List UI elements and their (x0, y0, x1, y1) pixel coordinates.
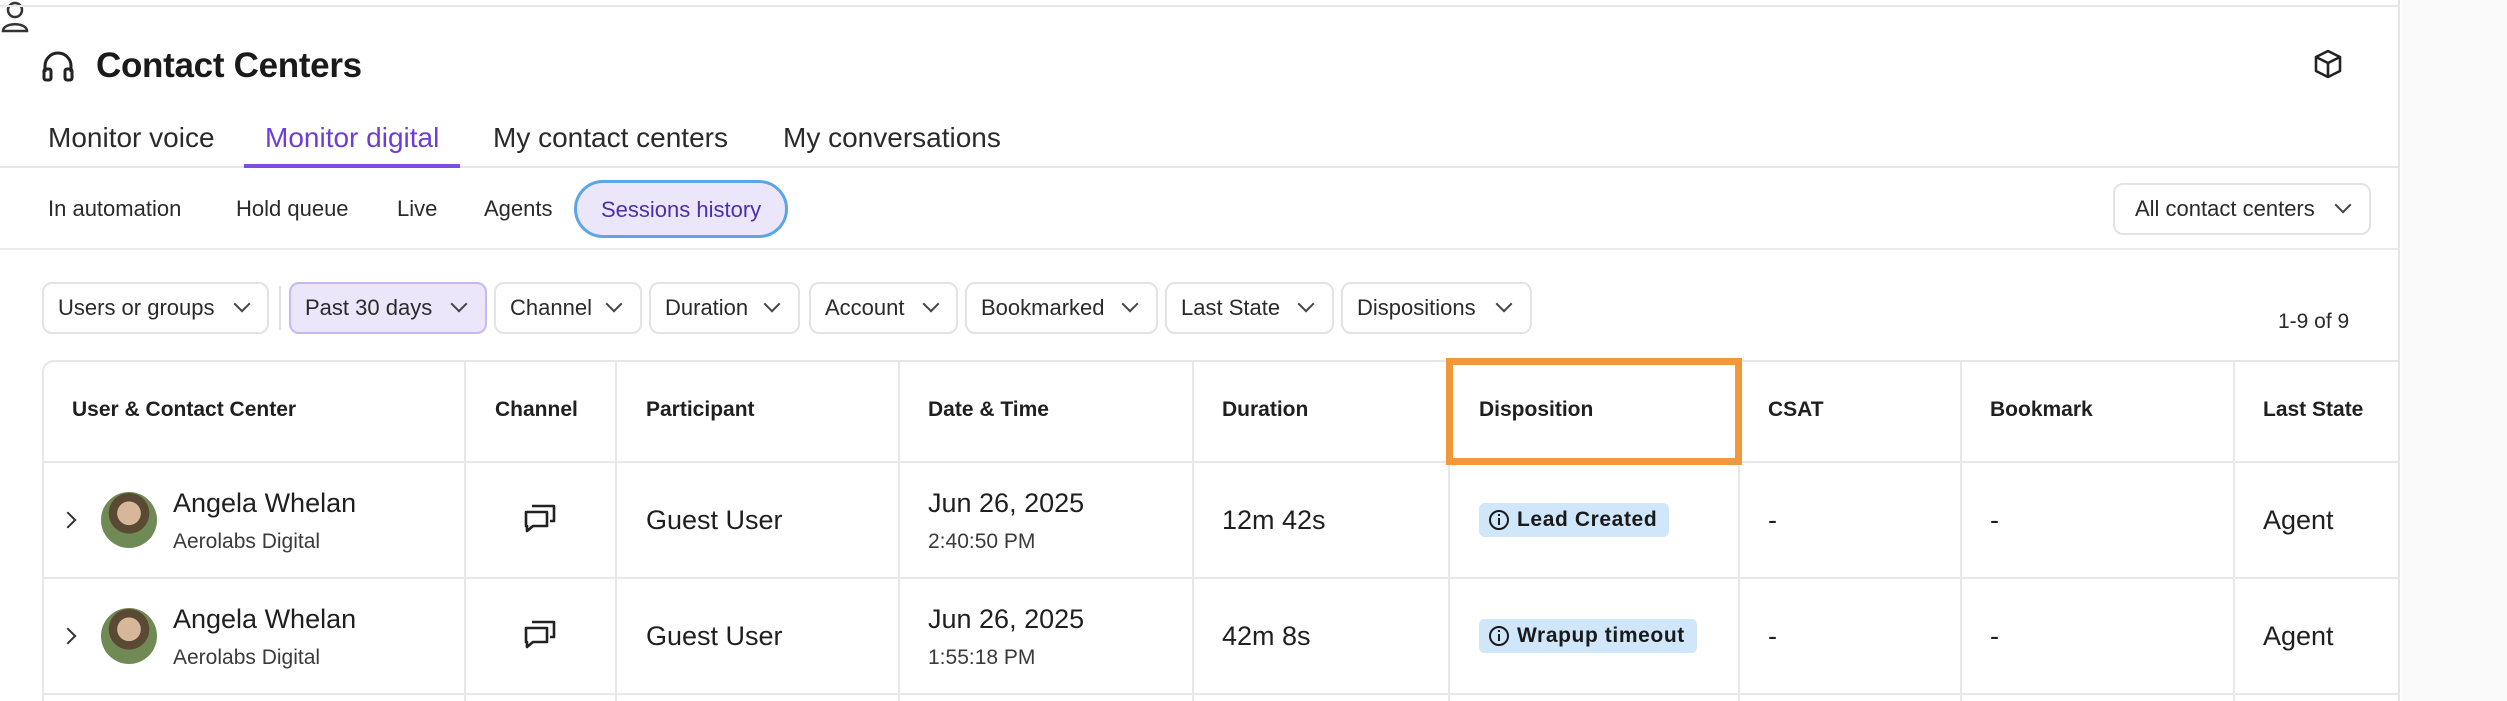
contact-center-name: Aerolabs Digital (173, 646, 321, 669)
header-row-divider (44, 461, 2400, 463)
filter-bar: Users or groups Past 30 days Channel Dur… (0, 282, 1600, 336)
info-icon (1489, 626, 1509, 646)
cube-icon[interactable] (2312, 48, 2344, 80)
csat: - (1768, 505, 1777, 535)
filter-label: Channel (510, 295, 592, 320)
column-divider (898, 362, 900, 701)
participant: Guest User (646, 505, 783, 535)
contact-center-select-value: All contact centers (2135, 196, 2315, 221)
row-divider (44, 577, 2400, 579)
column-divider (615, 362, 617, 701)
tab-my-conversations[interactable]: My conversations (783, 122, 1001, 168)
filter-label: Past 30 days (305, 295, 433, 320)
filter-users-or-groups[interactable]: Users or groups (42, 282, 269, 334)
chevron-down-icon (1297, 295, 1315, 313)
time: 1:55:18 PM (928, 646, 1036, 669)
filter-label: Account (825, 295, 905, 320)
filter-past-30-days[interactable]: Past 30 days (289, 282, 487, 334)
right-sidebar (2402, 0, 2507, 701)
last-state: Agent (2263, 621, 2334, 651)
user-name: Angela Whelan (173, 488, 357, 518)
column-header-date-time[interactable]: Date & Time (928, 398, 1049, 422)
headphones-icon (42, 51, 74, 82)
filter-label: Duration (665, 295, 749, 320)
subtab-sessions-history[interactable]: Sessions history (574, 180, 789, 238)
column-divider (1960, 362, 1962, 701)
sub-tabs: In automation Hold queue Live Agents Ses… (0, 170, 2400, 250)
disposition-badge: Wrapup timeout (1479, 619, 1697, 653)
filter-last-state[interactable]: Last State (1165, 282, 1334, 334)
csat: - (1768, 621, 1777, 651)
main-tabs: Monitor voice Monitor digital My contact… (0, 112, 2400, 168)
bookmark: - (1990, 505, 1999, 535)
disposition-label: Wrapup timeout (1517, 624, 1685, 647)
subtab-agents[interactable]: Agents (484, 196, 553, 222)
chevron-down-icon (1495, 295, 1513, 313)
contact-center-name: Aerolabs Digital (173, 530, 321, 553)
column-divider (2233, 362, 2235, 701)
disposition-highlight-box (1446, 358, 1742, 465)
subtab-in-automation[interactable]: In automation (48, 196, 181, 222)
tab-my-contact-centers[interactable]: My contact centers (493, 122, 728, 168)
chevron-down-icon (1121, 295, 1139, 313)
date: Jun 26, 2025 (928, 604, 1085, 634)
participant: Guest User (646, 621, 783, 651)
top-divider (0, 0, 2400, 7)
user-name: Angela Whelan (173, 604, 357, 634)
chat-icon (524, 620, 556, 649)
filter-channel[interactable]: Channel (494, 282, 642, 334)
column-header-participant[interactable]: Participant (646, 398, 755, 422)
column-divider (464, 362, 466, 701)
info-icon (1489, 510, 1509, 530)
filter-label: Dispositions (1357, 295, 1476, 320)
column-header-last-state[interactable]: Last State (2263, 398, 2363, 422)
filter-bookmarked[interactable]: Bookmarked (965, 282, 1158, 334)
date: Jun 26, 2025 (928, 488, 1085, 518)
column-divider (1192, 362, 1194, 701)
subtab-hold-queue[interactable]: Hold queue (236, 196, 349, 222)
page-header: Contact Centers (40, 44, 362, 88)
avatar (101, 608, 157, 664)
time: 2:40:50 PM (928, 530, 1036, 553)
duration: 42m 8s (1222, 621, 1311, 651)
chevron-down-icon (450, 295, 468, 313)
chevron-down-icon (605, 295, 623, 313)
column-header-user[interactable]: User & Contact Center (72, 398, 296, 422)
contact-center-select[interactable]: All contact centers (2113, 183, 2371, 235)
filter-account[interactable]: Account (809, 282, 958, 334)
filter-dispositions[interactable]: Dispositions (1341, 282, 1532, 334)
column-header-bookmark[interactable]: Bookmark (1990, 398, 2093, 422)
avatar (101, 492, 157, 548)
filter-label: Bookmarked (981, 295, 1105, 320)
chevron-down-icon (233, 295, 251, 313)
row-divider (44, 693, 2400, 695)
last-state: Agent (2263, 505, 2334, 535)
filter-duration[interactable]: Duration (649, 282, 800, 334)
chevron-down-icon (2334, 196, 2352, 214)
subtab-live[interactable]: Live (397, 196, 437, 222)
column-header-duration[interactable]: Duration (1222, 398, 1308, 422)
column-header-channel[interactable]: Channel (495, 398, 578, 422)
page-title: Contact Centers (96, 46, 362, 85)
disposition-badge: Lead Created (1479, 503, 1670, 537)
chat-icon (524, 504, 556, 533)
chevron-down-icon (763, 295, 781, 313)
filter-label: Last State (1181, 295, 1281, 320)
chevron-down-icon (922, 295, 940, 313)
filter-label: Users or groups (58, 295, 215, 320)
column-header-csat[interactable]: CSAT (1768, 398, 1824, 422)
disposition-label: Lead Created (1517, 508, 1658, 531)
tab-monitor-digital[interactable]: Monitor digital (244, 122, 461, 168)
duration: 12m 42s (1222, 505, 1326, 535)
bookmark: - (1990, 621, 1999, 651)
tab-monitor-voice[interactable]: Monitor voice (48, 122, 215, 168)
pagination-count: 1-9 of 9 (2278, 310, 2350, 333)
filter-separator (279, 286, 281, 330)
